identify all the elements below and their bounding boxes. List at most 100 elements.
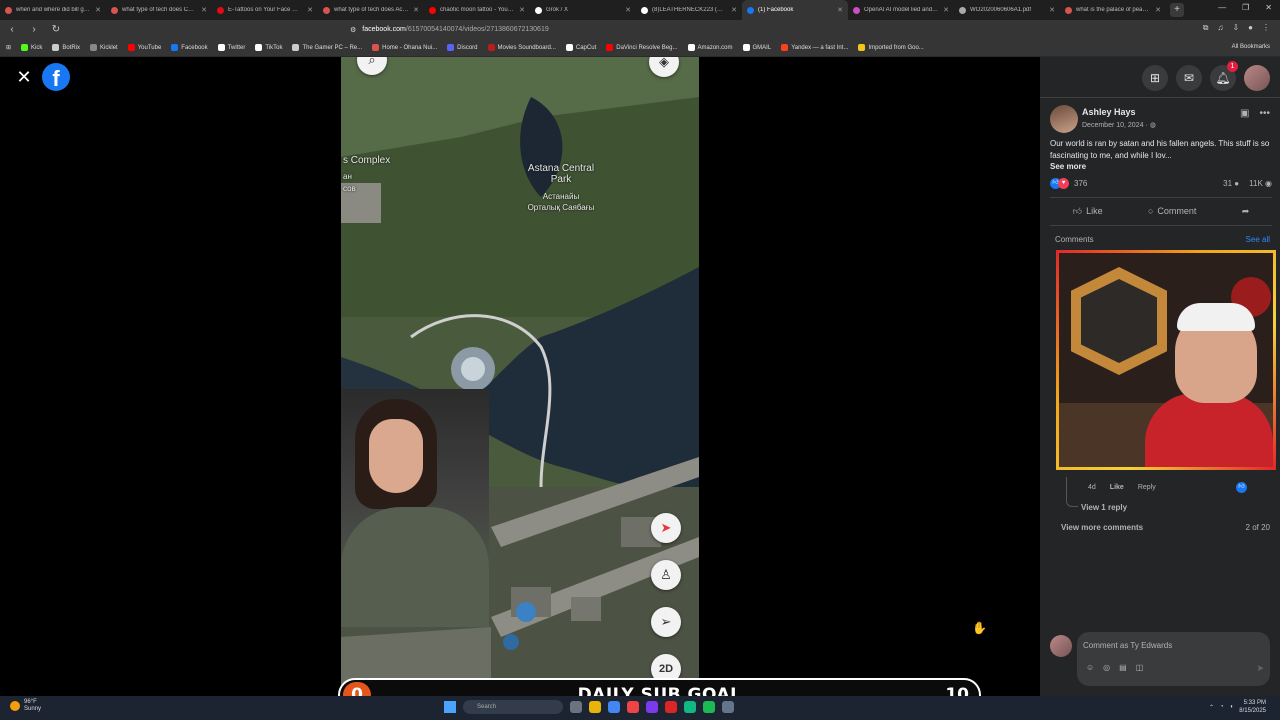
bookmark-item[interactable]: Twitter: [217, 44, 245, 51]
tab-close-icon[interactable]: ✕: [307, 6, 313, 14]
gif-icon[interactable]: ▤: [1119, 663, 1127, 672]
video-player[interactable]: s Complex Astana Central Park Астанайы О…: [341, 57, 699, 696]
comment-button[interactable]: ○ Comment: [1148, 203, 1196, 219]
file-explorer-icon[interactable]: [589, 701, 601, 713]
emoji-icon[interactable]: ☺: [1086, 663, 1094, 672]
bookmark-item[interactable]: YouTube: [127, 44, 161, 51]
street-view-icon[interactable]: ♙: [651, 560, 681, 590]
account-avatar[interactable]: [1244, 65, 1270, 91]
bookmark-item[interactable]: BotRix: [52, 44, 80, 51]
bookmark-item[interactable]: Movies Soundboard...: [487, 44, 556, 51]
bookmark-item[interactable]: Yandex — a fast Int...: [781, 44, 848, 51]
browser-tab[interactable]: Grok / X ✕: [530, 0, 636, 20]
chrome-icon[interactable]: [608, 701, 620, 713]
sticker-icon[interactable]: ◫: [1136, 663, 1144, 672]
browser-tab[interactable]: what type of tech does Chaos ✕: [106, 0, 212, 20]
like-button[interactable]: 👍︎ Like: [1073, 203, 1103, 219]
wifi-icon[interactable]: ◔: [1220, 704, 1224, 710]
more-options-icon[interactable]: •••: [1259, 108, 1270, 119]
task-view-icon[interactable]: [570, 701, 582, 713]
notifications-icon[interactable]: 🔔︎ 1: [1210, 61, 1238, 91]
bookmark-item[interactable]: DaVinci Resolve Beg...: [606, 44, 678, 51]
camera-icon[interactable]: ◎: [1103, 663, 1110, 672]
tray-chevron-icon[interactable]: ⌃: [1209, 704, 1214, 711]
browser-tab[interactable]: OpenAI AI model lied and cop ✕: [848, 0, 954, 20]
browser-tab[interactable]: (1) Facebook ✕: [742, 0, 848, 20]
browser-tab[interactable]: what is the palace of peace an ✕: [1060, 0, 1166, 20]
view-reply-link[interactable]: View 1 reply: [1081, 503, 1127, 512]
facebook-logo-icon[interactable]: f: [42, 63, 70, 91]
send-icon[interactable]: ➤: [1256, 663, 1264, 674]
bookmark-item[interactable]: Discord: [447, 44, 478, 51]
apps-icon[interactable]: ⊞: [6, 44, 11, 51]
tab-close-icon[interactable]: ✕: [943, 6, 949, 14]
spotify-icon[interactable]: [703, 701, 715, 713]
app-purple-icon[interactable]: [646, 701, 658, 713]
browser-tab[interactable]: (8)LEATHERNECK223 (@leathe✕: [636, 0, 742, 20]
messenger-icon[interactable]: ✉: [1176, 65, 1202, 91]
tab-close-icon[interactable]: ✕: [201, 6, 207, 14]
windows-start-icon[interactable]: [444, 701, 456, 713]
weather-widget[interactable]: 96°F Sunny: [10, 699, 41, 713]
view-more-comments-link[interactable]: View more comments: [1061, 523, 1143, 532]
bookmark-item[interactable]: Kick: [21, 44, 42, 51]
comment-reply-link[interactable]: Reply: [1138, 484, 1156, 491]
menu-grid-icon[interactable]: ⊞: [1142, 65, 1168, 91]
tab-close-icon[interactable]: ✕: [413, 6, 419, 14]
reload-icon[interactable]: ↻: [50, 24, 62, 35]
volume-icon[interactable]: ◖: [1230, 704, 1234, 710]
save-icon[interactable]: ▣: [1240, 108, 1249, 119]
browser-tab[interactable]: what type of tech does Access ✕: [318, 0, 424, 20]
bookmark-item[interactable]: The Gamer PC – Re...: [292, 44, 362, 51]
browser-tab[interactable]: chaotic moon tattoo - YouTube ✕: [424, 0, 530, 20]
comment-like-link[interactable]: Like: [1110, 484, 1124, 491]
tab-close-icon[interactable]: ✕: [625, 6, 631, 14]
browser-tab[interactable]: E-Tattoos on Your Face Will No ✕: [212, 0, 318, 20]
minimize-icon[interactable]: —: [1218, 3, 1226, 12]
tab-close-icon[interactable]: ✕: [837, 6, 843, 14]
forward-icon[interactable]: ›: [28, 24, 40, 35]
tab-close-icon[interactable]: ✕: [731, 6, 737, 14]
compass-icon[interactable]: ➤: [651, 513, 681, 543]
back-icon[interactable]: ‹: [6, 24, 18, 35]
see-more-link[interactable]: See more: [1050, 162, 1086, 171]
browser-tab[interactable]: when and where did bill gates ✕: [0, 0, 106, 20]
locate-icon[interactable]: ➢: [651, 607, 681, 637]
media-icon[interactable]: ♫: [1217, 23, 1223, 33]
app-red-icon[interactable]: [627, 701, 639, 713]
bookmark-item[interactable]: GMAIL: [742, 44, 771, 51]
downloads-icon[interactable]: ⇩: [1232, 23, 1239, 33]
taskbar-search[interactable]: Search: [463, 700, 563, 714]
browser-tab[interactable]: WO2020060606A1.pdf ✕: [954, 0, 1060, 20]
window-close-icon[interactable]: ✕: [1265, 3, 1272, 12]
bookmark-item[interactable]: Facebook: [171, 44, 208, 51]
new-tab-icon[interactable]: +: [1170, 3, 1184, 17]
post-date[interactable]: December 10, 2024 · ◍: [1082, 121, 1156, 129]
see-all-link[interactable]: See all: [1246, 235, 1270, 244]
tab-close-icon[interactable]: ✕: [519, 6, 525, 14]
menu-icon[interactable]: ⋮: [1262, 23, 1270, 33]
bookmark-item[interactable]: Amazon.com: [687, 44, 733, 51]
share-button[interactable]: ➦: [1242, 203, 1250, 219]
app-gray-icon[interactable]: [722, 701, 734, 713]
profile-icon[interactable]: ●: [1248, 23, 1253, 33]
all-bookmarks-link[interactable]: All Bookmarks: [1232, 44, 1270, 50]
site-info-icon[interactable]: ⚙: [350, 26, 356, 34]
address-bar[interactable]: ⚙ facebook.com/61570054140074/videos/271…: [350, 22, 910, 37]
tab-close-icon[interactable]: ✕: [1049, 6, 1055, 14]
author-name[interactable]: Ashley Hays: [1082, 107, 1136, 117]
app-green-icon[interactable]: [684, 701, 696, 713]
reaction-count[interactable]: 376: [1074, 179, 1087, 188]
clock[interactable]: 5:33 PM 8/15/2025: [1239, 699, 1266, 715]
maximize-icon[interactable]: ❐: [1242, 3, 1249, 12]
author-avatar[interactable]: [1050, 105, 1078, 133]
bookmark-item[interactable]: Imported from Goo...: [858, 44, 924, 51]
extensions-icon[interactable]: ⧉: [1203, 23, 1209, 33]
bookmark-item[interactable]: Kicklet: [90, 44, 118, 51]
bookmark-item[interactable]: Home - Ohana Nui...: [372, 44, 437, 51]
tab-close-icon[interactable]: ✕: [95, 6, 101, 14]
bookmark-item[interactable]: CapCut: [565, 44, 596, 51]
close-icon[interactable]: ✕: [14, 67, 34, 87]
app-obs-icon[interactable]: [665, 701, 677, 713]
bookmark-item[interactable]: TikTok: [255, 44, 282, 51]
